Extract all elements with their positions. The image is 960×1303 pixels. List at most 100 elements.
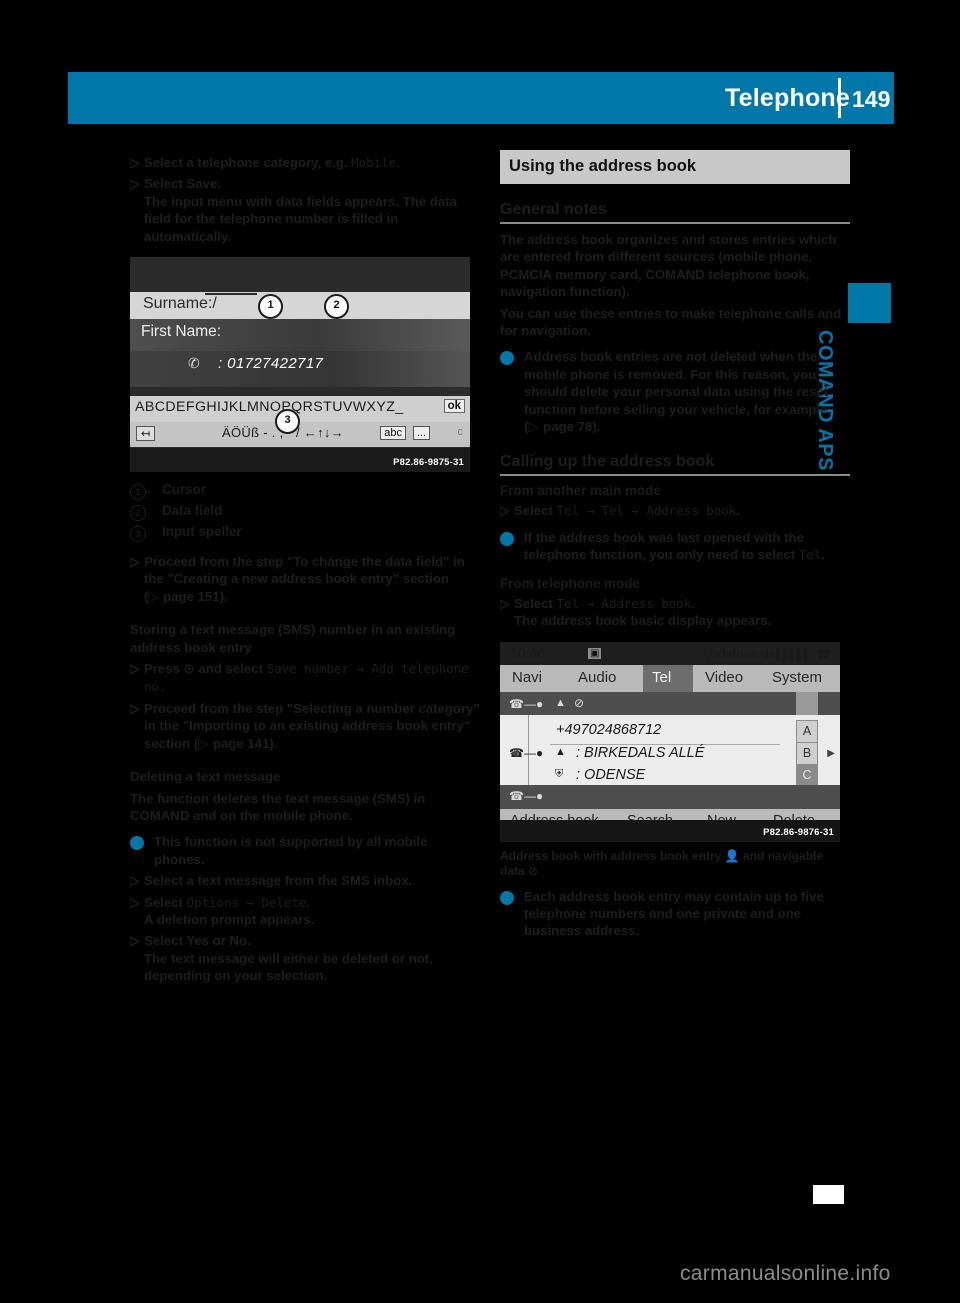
mono-arrow: → — [623, 503, 647, 519]
page-title: Telephone — [725, 84, 850, 112]
step-text: Select Tel → Address book. — [514, 595, 695, 611]
step-select-category: Select a telephone category, e.g. Mobile… — [130, 154, 480, 171]
step-text: Select a telephone category, e.g. Mobile… — [144, 154, 480, 171]
menu-item-audio[interactable]: Audio — [578, 669, 616, 686]
step-triangle-icon — [130, 553, 144, 606]
step-text: Select Tel → Tel → Address book. — [514, 503, 740, 519]
step-select-tel-addressbook: Select Tel → Address book. — [500, 595, 850, 612]
speller-letters[interactable]: ABCDEFGHIJKLMNOPQRSTUVWXYZ_ — [135, 399, 404, 415]
speller-ok-button[interactable]: ok — [443, 399, 465, 414]
heading-storing-sms-number: Storing a text message (SMS) number in a… — [130, 622, 456, 655]
step-triangle-icon — [130, 932, 144, 949]
mono-value: Save number — [266, 661, 349, 677]
step-triangle-icon — [130, 154, 144, 171]
note-last-opened: If the address book was last opened with… — [500, 529, 850, 564]
legend-number: 1 — [130, 482, 162, 501]
step-triangle-icon — [130, 894, 144, 911]
step-select-yes-no: Select Yes or No. — [130, 932, 480, 949]
step-tail: . — [396, 155, 400, 170]
entry-street[interactable]: : BIRKEDALS ALLÉ — [576, 745, 704, 761]
menu-item-video[interactable]: Video — [705, 669, 743, 686]
index-letter-b[interactable]: B — [796, 741, 818, 766]
note-text: If the address book was last opened with… — [524, 529, 825, 563]
step-result-deletion-prompt: A deletion prompt appears. — [144, 911, 315, 927]
mono-value: Mobile — [351, 155, 397, 170]
info-dot-icon — [500, 529, 524, 564]
menu-item-tel[interactable]: Tel — [652, 669, 671, 686]
phone-handset-icon: ✆ — [188, 356, 200, 373]
comand-address-book-screenshot: 10:06 ▣ Vodafone.de ▌▌▌▌▌ ☎ Navi Audio T… — [500, 641, 840, 842]
speller-c-button[interactable]: c — [458, 426, 464, 438]
firstname-label: First Name: — [141, 323, 222, 341]
page-ref-icon: ▷ — [148, 589, 164, 605]
entry-city[interactable]: : ODENSE — [576, 767, 645, 783]
callout-leader-line — [205, 293, 257, 296]
navigable-data-icon: ⊘ — [574, 695, 585, 710]
speller-dots-button[interactable]: ... — [412, 426, 430, 441]
scrollbar-thumb[interactable] — [796, 691, 818, 715]
step-result-yesno: The text message will either be deleted … — [144, 950, 433, 984]
heading-from-telephone-mode: From telephone mode — [500, 575, 640, 591]
step-text: Select Options → Delete. — [144, 894, 310, 910]
page-number: 149 — [852, 86, 891, 112]
step-press-save-number: Press ⊙ and select Save number → Add tel… — [130, 660, 480, 696]
chapter-thumb-tab — [848, 283, 891, 323]
step-triangle-icon — [130, 700, 144, 753]
entry-phone-number[interactable]: +497024868712 — [556, 722, 661, 738]
header-divider — [838, 78, 841, 118]
scroll-left-arrow-icon[interactable]: ◀ — [510, 748, 518, 759]
person-icon: ▲ — [555, 745, 566, 758]
entry-handset-icon: ☎—● — [509, 696, 544, 711]
para-deleting: The function deletes the text message (S… — [130, 790, 426, 823]
mono-arrow: → — [238, 894, 262, 910]
legend-label: Data field — [162, 503, 223, 519]
screenshot2-caption: Address book with address book entry 👤 a… — [500, 848, 824, 878]
step-label: Select a telephone category, e.g. — [144, 155, 352, 170]
legend-number: 2 — [130, 503, 162, 522]
mono-value: Tel — [798, 547, 822, 563]
mono-value: Tel — [601, 503, 624, 519]
note-text: This function is not supported by all mo… — [154, 834, 428, 867]
page-ref-icon: ▷ — [528, 420, 544, 436]
left-column: Select a telephone category, e.g. Mobile… — [130, 150, 480, 985]
step-text: Proceed from the step "To change the dat… — [144, 554, 465, 605]
note-not-supported: This function is not supported by all mo… — [130, 833, 480, 868]
comand-input-menu-screenshot: Surname:/ 1 2 First Name: ✆ : 0172742271… — [130, 257, 470, 473]
footer-watermark: carmanualsonline.info — [680, 1262, 891, 1285]
info-dot-icon — [130, 833, 154, 868]
legend-label: Cursor — [162, 482, 206, 498]
section-band-title: Using the address book — [500, 150, 850, 184]
para-general-1: The address book organizes and stores en… — [500, 232, 837, 300]
note-entries-not-deleted: Address book entries are not deleted whe… — [500, 348, 850, 436]
list-row-bottom — [500, 784, 840, 809]
heading-deleting-text-message: Deleting a text message — [130, 769, 281, 785]
step-result-basic-display: The address book basic display appears. — [514, 613, 772, 629]
mono-value: Tel — [556, 503, 580, 519]
step-triangle-icon — [130, 872, 144, 889]
mono-value: Address book — [601, 595, 692, 611]
step-text: Select Yes or No. — [144, 933, 251, 949]
heading-general-notes: General notes — [500, 201, 607, 218]
mono-value: Options — [186, 894, 239, 910]
scroll-right-arrow-icon[interactable]: ▶ — [827, 748, 835, 759]
index-letter-a[interactable]: A — [796, 719, 818, 744]
legend-item: 1 Cursor — [130, 482, 480, 501]
speller-abc-button[interactable]: abc — [380, 426, 406, 441]
heading-rule — [500, 474, 850, 477]
step-select-save: Select Save. — [130, 175, 480, 192]
person-icon: 👤 — [724, 848, 740, 863]
legend-item: 2 Data field — [130, 503, 480, 522]
status-clock: 10:06 — [510, 644, 546, 661]
manual-page: Telephone 149 COMAND APS Select a teleph… — [0, 0, 960, 1303]
menu-item-navi[interactable]: Navi — [512, 669, 542, 686]
step-triangle-icon — [500, 502, 514, 519]
info-dot-icon — [500, 348, 524, 436]
heading-rule — [500, 222, 850, 224]
menu-item-system[interactable]: System — [772, 669, 822, 686]
footer-page-mark — [813, 1185, 844, 1204]
speller-back-icon[interactable]: ↤ — [136, 426, 156, 442]
mono-value: Delete — [261, 894, 307, 910]
step-text: Select a text message from the SMS inbox… — [144, 873, 413, 889]
right-column: Using the address book General notes The… — [500, 150, 850, 943]
legend-label: Input speller — [162, 524, 242, 540]
